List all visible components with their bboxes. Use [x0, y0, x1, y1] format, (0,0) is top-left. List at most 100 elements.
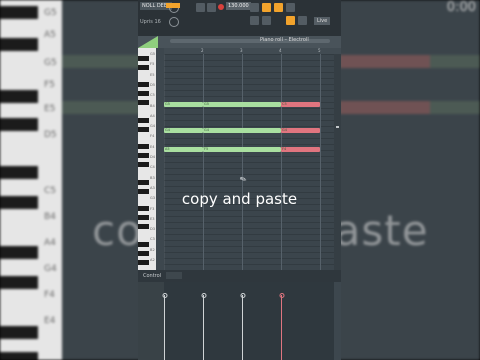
velocity-bar[interactable] [164, 295, 165, 360]
bg-key-label: E4 [44, 316, 56, 326]
paint-tool-button[interactable] [286, 16, 295, 25]
bg-key-label: A4 [44, 238, 56, 248]
black-key[interactable] [138, 91, 149, 96]
note-label: F4 [282, 146, 287, 151]
pattern-song-toggle[interactable] [166, 3, 180, 8]
bg-black-key [0, 352, 38, 360]
bg-key-label: F5 [44, 80, 55, 90]
bg-black-key [0, 6, 38, 19]
key-label: B2 [150, 247, 155, 252]
ruler-bar-number: 2 [201, 48, 204, 53]
note[interactable]: G5 [203, 102, 281, 107]
fl-studio-panel: NOLL DEEP Upris 16 130.000 Live Piano ro… [138, 0, 341, 360]
piano-roll-menu-corner[interactable] [138, 36, 158, 48]
metronome-button[interactable] [250, 3, 259, 12]
black-key[interactable] [138, 224, 149, 229]
key-label: G3 [150, 196, 156, 201]
key-label: B3 [150, 175, 155, 180]
note-label: G4 [165, 127, 170, 132]
bg-piano-keys: G5 A5 G5 F5 E5 D5 C5 B4 A4 G4 F4 E4 [0, 0, 62, 360]
record-button[interactable] [218, 4, 224, 10]
note[interactable]: G5 [164, 102, 203, 107]
velocity-bar[interactable] [281, 295, 282, 360]
bar-line [320, 54, 321, 270]
key-label: C3 [150, 237, 155, 242]
velocity-bar[interactable] [242, 295, 243, 360]
black-key[interactable] [138, 127, 149, 132]
bg-black-key [0, 90, 38, 103]
velocity-lane[interactable] [162, 282, 334, 360]
note-pasted[interactable]: G4 [281, 128, 320, 133]
note-label: G5 [204, 101, 209, 106]
note-label: G5 [165, 101, 170, 106]
bg-key-label: A5 [44, 30, 56, 40]
black-key[interactable] [138, 215, 149, 220]
black-key[interactable] [138, 251, 149, 256]
key-label: D3 [150, 227, 156, 232]
black-key[interactable] [138, 82, 149, 87]
bar-line [281, 54, 282, 270]
key-label: F4 [150, 134, 155, 139]
video-caption: copy and paste [181, 190, 298, 208]
black-key[interactable] [138, 180, 149, 185]
black-key[interactable] [138, 242, 149, 247]
note-label: F5 [204, 146, 209, 151]
black-key[interactable] [138, 260, 149, 265]
stop-button[interactable] [207, 3, 216, 12]
pattern-selector[interactable]: Live [314, 17, 331, 25]
ruler-bar-number: 3 [240, 48, 243, 53]
key-label: G5 [150, 52, 156, 56]
browser-button[interactable] [274, 3, 283, 12]
note-grid[interactable]: G5 G5 C5 G4 G4 G4 A5 F5 F4 [164, 54, 334, 270]
velocity-handle[interactable] [162, 293, 168, 298]
black-key[interactable] [138, 162, 149, 167]
note-pasted[interactable]: C5 [281, 102, 320, 107]
black-key[interactable] [138, 100, 149, 105]
scroll-thumb[interactable] [336, 126, 339, 128]
note[interactable]: F5 [203, 147, 281, 152]
velocity-handle[interactable] [279, 293, 285, 298]
bg-key-label: G5 [44, 8, 57, 18]
piano-roll-header: Piano roll – Electroll [138, 36, 341, 48]
master-pitch-knob-icon[interactable] [169, 17, 179, 27]
key-label: E5 [150, 72, 155, 77]
channel-rack-button[interactable] [286, 3, 295, 12]
bg-black-key [0, 38, 38, 51]
note-pasted[interactable]: F4 [281, 147, 320, 152]
snap-button[interactable] [250, 16, 259, 25]
note[interactable]: G4 [203, 128, 281, 133]
bg-note-row-red [340, 55, 430, 68]
draw-tool-button[interactable] [262, 16, 271, 25]
bg-black-key [0, 118, 38, 131]
control-target-selector[interactable] [166, 272, 182, 279]
note-label: C5 [282, 101, 287, 106]
piano-roll-button[interactable] [262, 3, 271, 12]
bg-black-key [0, 326, 38, 339]
velocity-handle[interactable] [240, 293, 246, 298]
control-label[interactable]: Control [143, 273, 161, 279]
bg-note-row-red [340, 101, 430, 114]
key-label: A3 [150, 185, 155, 190]
vertical-scrollbar[interactable] [334, 54, 341, 270]
note[interactable]: G4 [164, 128, 203, 133]
bg-key-label: G5 [44, 58, 57, 68]
black-key[interactable] [138, 65, 149, 70]
black-key[interactable] [138, 153, 149, 158]
bar-line [242, 54, 243, 270]
bg-key-label: D5 [44, 130, 57, 140]
key-label: B4 [150, 103, 155, 108]
bg-black-key [0, 166, 38, 179]
play-button[interactable] [196, 3, 205, 12]
bg-key-label: G4 [44, 264, 57, 274]
note[interactable]: A5 [164, 147, 203, 152]
black-key[interactable] [138, 118, 149, 123]
event-editor-gutter [138, 282, 164, 360]
toolbar-sub-label: Upris 16 [140, 19, 161, 25]
black-key[interactable] [138, 144, 149, 149]
tempo-display[interactable]: 130.000 [226, 2, 251, 10]
select-tool-button[interactable] [298, 16, 307, 25]
velocity-bar[interactable] [203, 295, 204, 360]
black-key[interactable] [138, 56, 149, 61]
velocity-handle[interactable] [201, 293, 207, 298]
piano-roll-title: Piano roll – Electroll [260, 37, 309, 43]
